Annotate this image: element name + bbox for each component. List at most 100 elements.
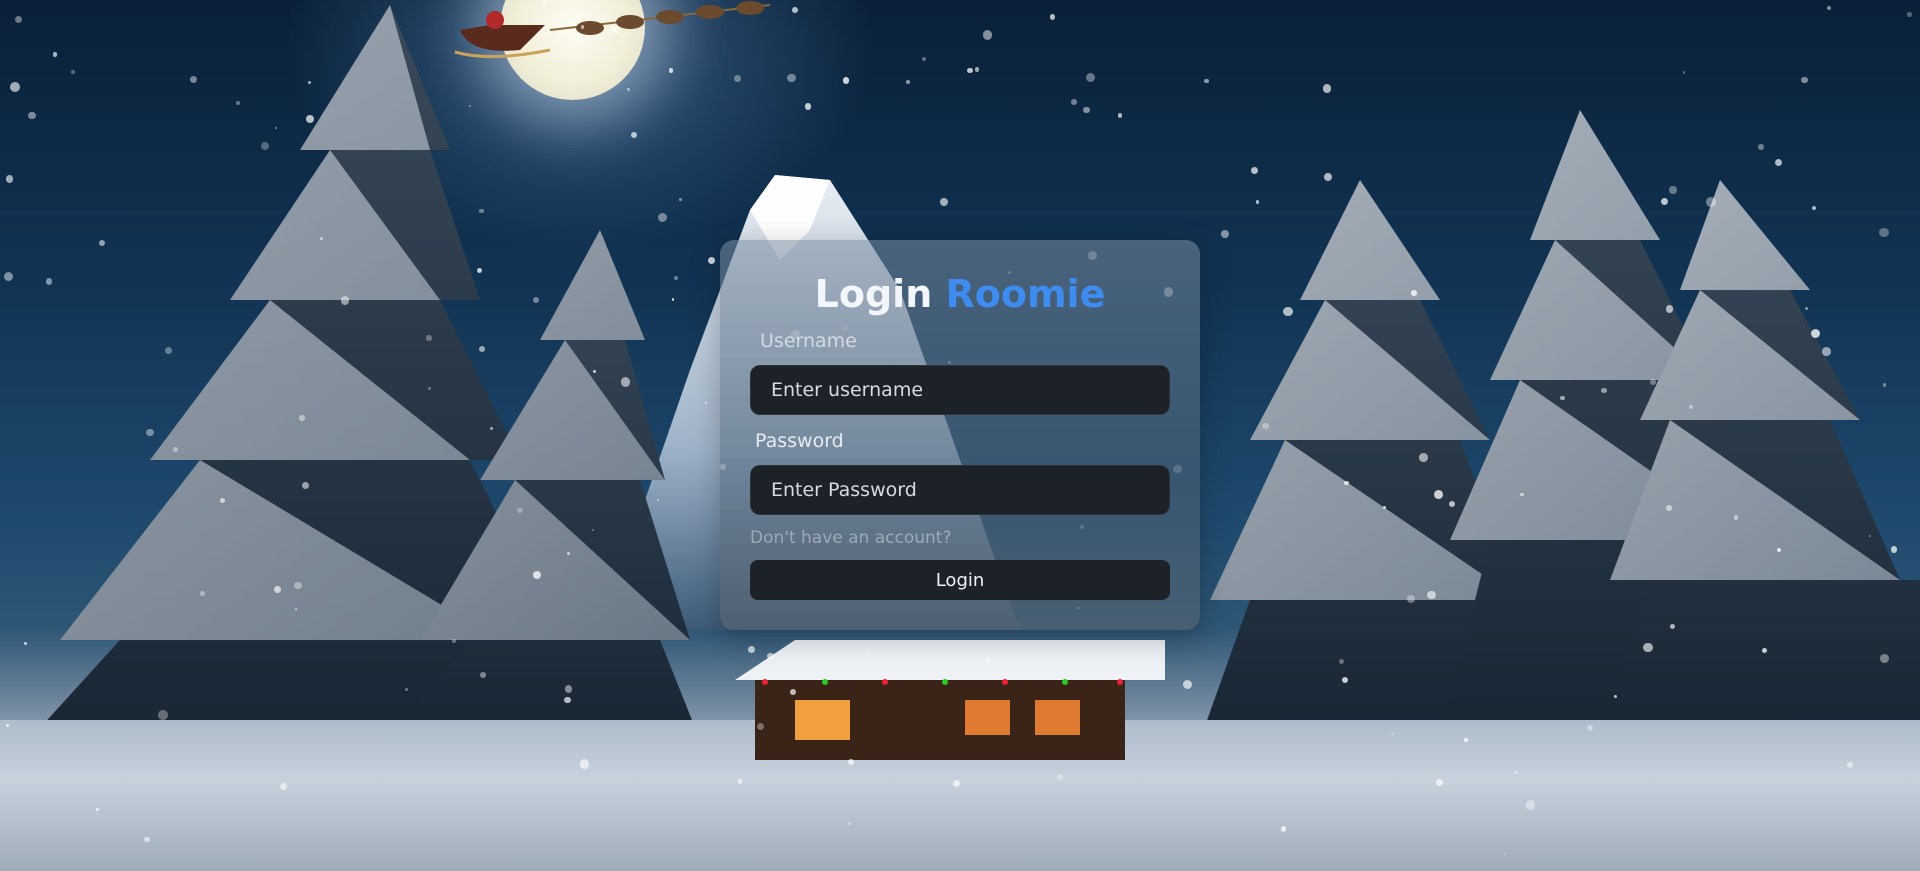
snowflake-icon bbox=[974, 67, 980, 73]
snowflake-icon bbox=[532, 296, 540, 303]
snowflake-icon bbox=[1448, 501, 1455, 508]
snowflake-icon bbox=[200, 591, 205, 596]
snowflake-icon bbox=[733, 74, 741, 82]
snowflake-icon bbox=[757, 723, 765, 731]
snowflake-icon bbox=[340, 295, 350, 305]
snowflake-icon bbox=[1666, 505, 1672, 511]
signup-link[interactable]: Don't have an account? bbox=[750, 528, 951, 548]
snowflake-icon bbox=[1758, 144, 1764, 150]
snowflake-icon bbox=[1419, 453, 1429, 463]
snowflake-icon bbox=[767, 652, 775, 660]
snowflake-icon bbox=[219, 498, 225, 504]
snowflake-icon bbox=[1344, 480, 1349, 486]
snowflake-icon bbox=[1323, 173, 1332, 182]
snowflake-icon bbox=[1890, 546, 1898, 553]
snowflake-icon bbox=[52, 52, 58, 57]
snowflake-icon bbox=[848, 821, 852, 825]
snowflake-icon bbox=[611, 24, 619, 33]
snowflake-icon bbox=[71, 70, 75, 74]
snowflake-icon bbox=[279, 782, 287, 790]
snowflake-icon bbox=[564, 696, 571, 704]
snowflake-icon bbox=[1322, 84, 1332, 93]
snowflake-icon bbox=[1406, 594, 1415, 603]
snowflake-icon bbox=[579, 759, 590, 769]
snowflake-icon bbox=[922, 57, 927, 62]
snowflake-icon bbox=[294, 582, 302, 590]
snowflake-icon bbox=[671, 298, 675, 301]
snowflake-icon bbox=[1255, 200, 1260, 204]
snowflake-icon bbox=[1660, 197, 1669, 205]
snowflake-icon bbox=[1670, 623, 1676, 629]
snowflake-icon bbox=[468, 104, 471, 108]
snowflake-icon bbox=[1733, 515, 1739, 520]
snowflake-icon bbox=[1586, 725, 1593, 732]
snowflake-icon bbox=[580, 25, 585, 29]
snowflake-icon bbox=[427, 387, 431, 391]
snowflake-icon bbox=[1560, 395, 1565, 401]
snowflake-icon bbox=[517, 508, 523, 514]
snowflake-icon bbox=[792, 7, 798, 14]
snowflake-icon bbox=[532, 571, 542, 580]
snowflake-icon bbox=[189, 75, 197, 83]
snowflake-icon bbox=[673, 275, 678, 281]
snowflake-icon bbox=[1220, 230, 1229, 239]
snowflake-icon bbox=[982, 30, 993, 40]
snowflake-icon bbox=[1761, 648, 1767, 654]
snowflake-icon bbox=[1812, 206, 1816, 211]
snowflake-icon bbox=[294, 608, 298, 611]
snowflake-icon bbox=[939, 197, 948, 206]
snowflake-icon bbox=[620, 376, 631, 387]
snowflake-icon bbox=[99, 240, 106, 247]
snowflake-icon bbox=[591, 529, 594, 532]
snowflake-icon bbox=[1182, 679, 1193, 689]
snowflake-icon bbox=[1776, 548, 1782, 553]
snowflake-icon bbox=[1382, 505, 1386, 509]
snowflake-icon bbox=[593, 369, 597, 373]
snowflake-icon bbox=[480, 671, 486, 678]
snowflake-icon bbox=[299, 415, 305, 421]
snowflake-icon bbox=[46, 278, 53, 285]
snowflake-icon bbox=[1669, 186, 1677, 194]
snowflake-icon bbox=[1665, 305, 1674, 313]
snowflake-icon bbox=[1614, 695, 1618, 699]
snowflake-icon bbox=[1821, 347, 1831, 356]
password-input[interactable] bbox=[750, 465, 1170, 515]
snowflake-icon bbox=[260, 141, 270, 150]
title-prefix: Login bbox=[814, 272, 933, 316]
snowflake-icon bbox=[5, 723, 9, 728]
snowflake-icon bbox=[9, 82, 20, 93]
snowflake-icon bbox=[1085, 73, 1095, 83]
snowflake-icon bbox=[1071, 99, 1078, 106]
snowflake-icon bbox=[668, 68, 674, 74]
login-button[interactable]: Login bbox=[750, 560, 1170, 600]
snowflake-icon bbox=[1049, 14, 1056, 20]
snowflake-icon bbox=[679, 198, 682, 201]
snowflake-icon bbox=[626, 87, 630, 91]
snowflake-icon bbox=[631, 132, 638, 139]
snowflake-icon bbox=[1250, 166, 1258, 175]
snowflake-icon bbox=[301, 481, 310, 490]
username-label: Username bbox=[760, 330, 857, 352]
snowflake-icon bbox=[1435, 779, 1443, 786]
snowflake-icon bbox=[1083, 106, 1090, 113]
snowflake-icon bbox=[1706, 196, 1717, 207]
snowflake-icon bbox=[164, 346, 172, 354]
snowflake-icon bbox=[1810, 328, 1820, 338]
snowflake-icon bbox=[305, 114, 314, 123]
snowflake-icon bbox=[657, 213, 668, 223]
snowflake-icon bbox=[1262, 422, 1270, 430]
username-input[interactable] bbox=[750, 365, 1170, 415]
snowflake-icon bbox=[848, 758, 855, 765]
snowflake-icon bbox=[236, 101, 241, 106]
snowflake-icon bbox=[565, 685, 573, 693]
snowflake-icon bbox=[789, 689, 796, 696]
snowflake-icon bbox=[1280, 826, 1287, 832]
page-title: Login Roomie bbox=[720, 272, 1200, 316]
snowflake-icon bbox=[1650, 379, 1656, 386]
snowflake-icon bbox=[308, 81, 311, 85]
snowflake-icon bbox=[567, 551, 571, 556]
snowflake-icon bbox=[1338, 658, 1345, 665]
snowflake-icon bbox=[1847, 761, 1853, 768]
snowflake-icon bbox=[1804, 306, 1809, 311]
snowflake-icon bbox=[144, 836, 150, 843]
